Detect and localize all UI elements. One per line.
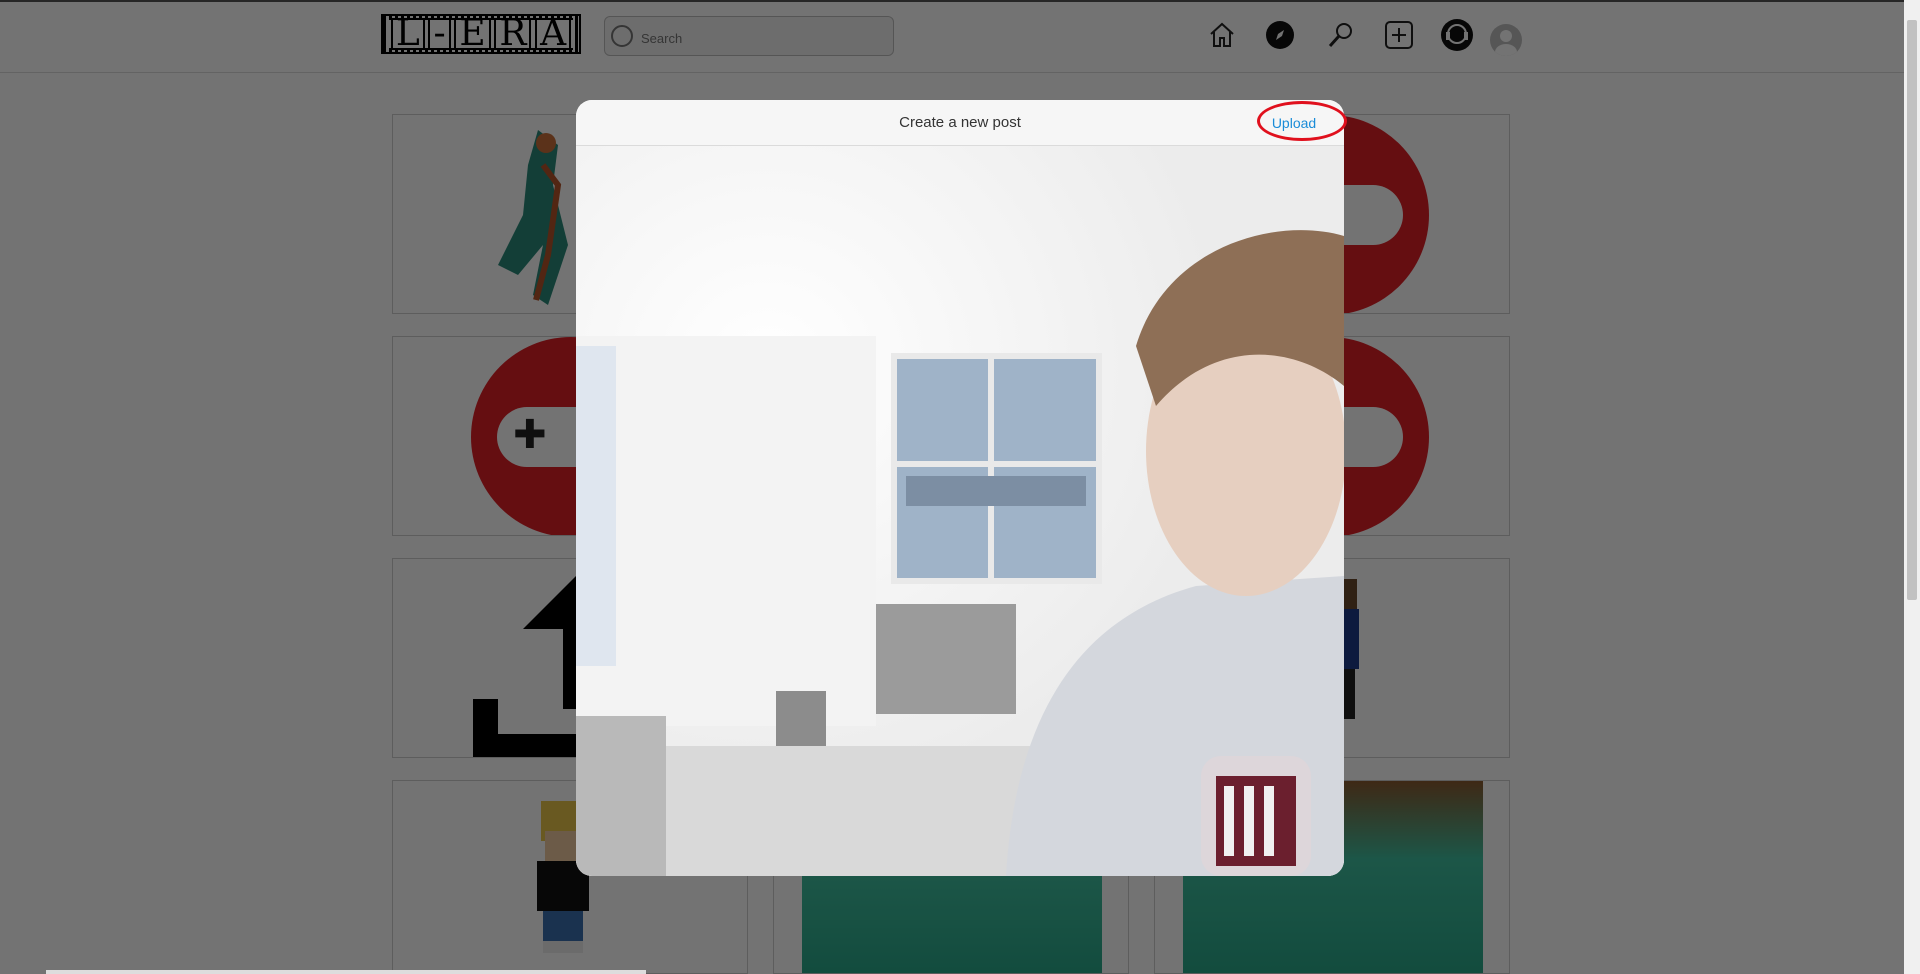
webcam-frame-image bbox=[576, 146, 1344, 876]
modal-header: Create a new post Upload bbox=[576, 100, 1344, 146]
horizontal-scrollbar[interactable] bbox=[46, 970, 646, 974]
webcam-preview bbox=[576, 146, 1344, 876]
upload-highlight-annotation bbox=[1257, 101, 1347, 141]
vertical-scrollbar[interactable] bbox=[1904, 0, 1920, 974]
modal-title: Create a new post bbox=[899, 114, 1021, 131]
create-post-modal: Create a new post Upload bbox=[576, 100, 1344, 876]
scrollbar-thumb[interactable] bbox=[1907, 20, 1917, 600]
